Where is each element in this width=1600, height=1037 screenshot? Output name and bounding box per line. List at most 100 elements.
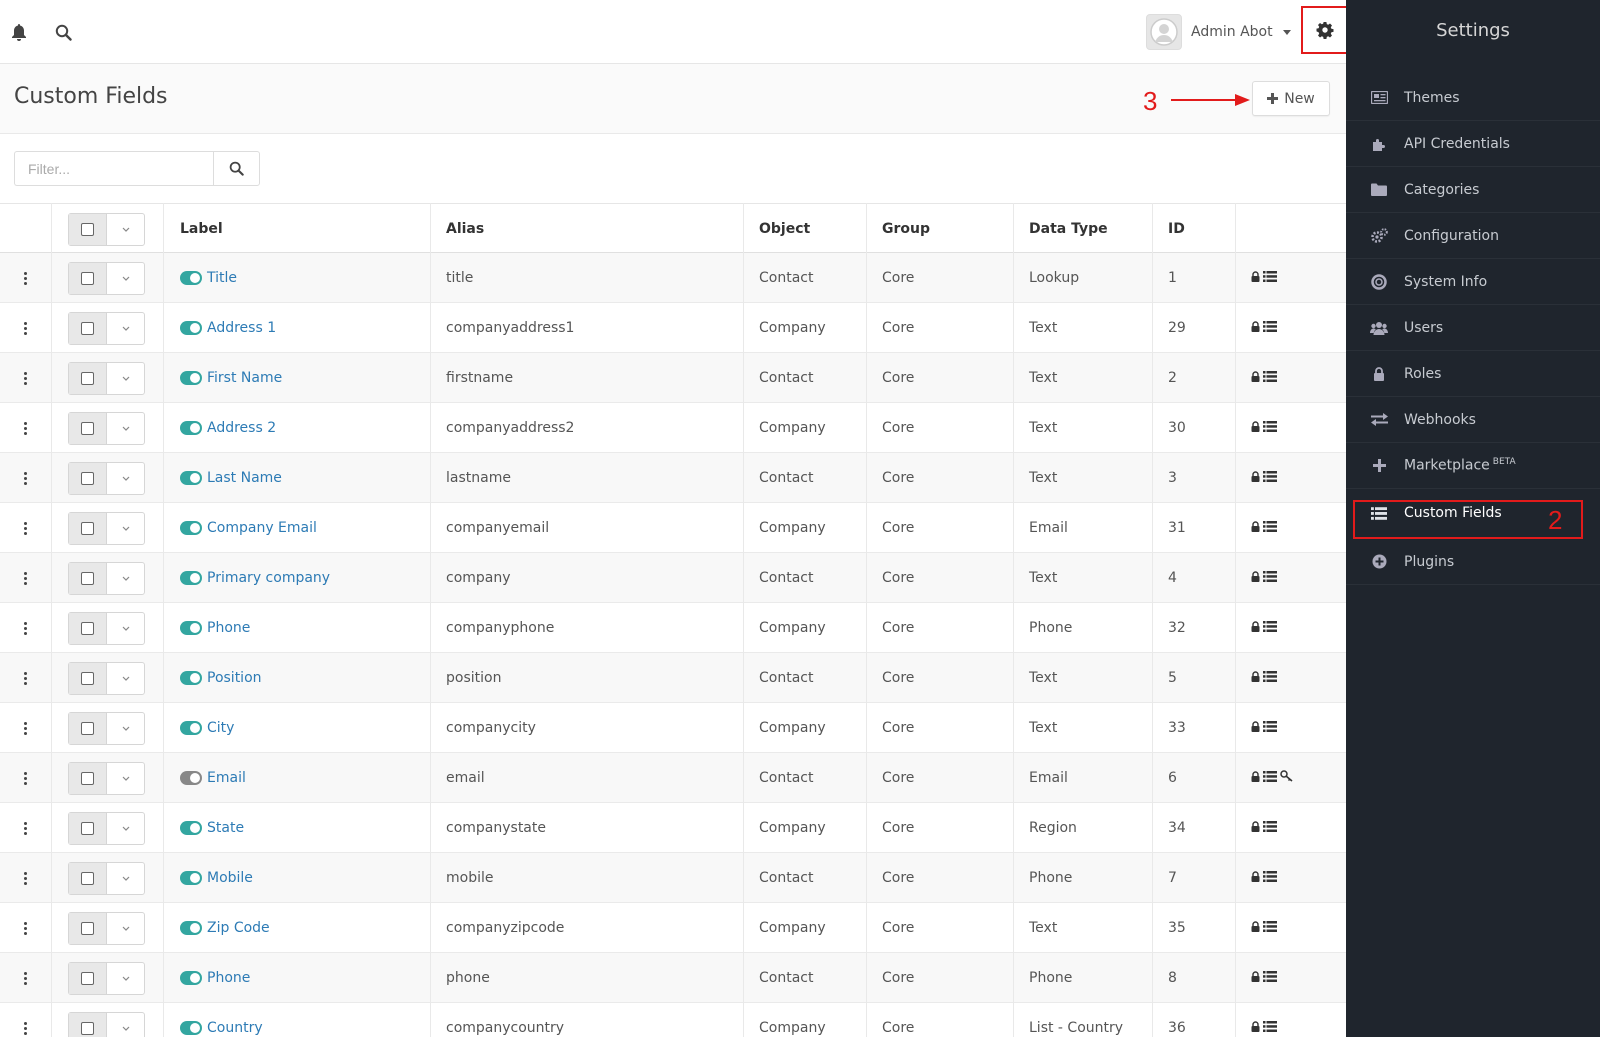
row-checkbox[interactable]: [69, 262, 107, 294]
chevron-down-icon[interactable]: [107, 713, 144, 744]
row-menu-button[interactable]: [0, 1003, 51, 1037]
row-checkbox[interactable]: [69, 762, 107, 794]
row-checkbox[interactable]: [69, 912, 107, 944]
publish-toggle[interactable]: [180, 721, 202, 735]
sidebar-item-themes[interactable]: Themes: [1346, 75, 1600, 121]
row-menu-button[interactable]: [0, 853, 51, 903]
publish-toggle[interactable]: [180, 621, 202, 635]
field-label-link[interactable]: Phone: [207, 970, 250, 986]
row-checkbox[interactable]: [69, 412, 107, 444]
chevron-down-icon[interactable]: [107, 513, 144, 544]
new-button[interactable]: New: [1252, 81, 1330, 116]
user-menu[interactable]: Admin Abot: [1146, 12, 1291, 52]
chevron-down-icon[interactable]: [107, 913, 144, 944]
publish-toggle[interactable]: [180, 971, 202, 985]
chevron-down-icon[interactable]: [107, 214, 144, 245]
row-menu-button[interactable]: [0, 953, 51, 1003]
publish-toggle[interactable]: [180, 521, 202, 535]
row-checkbox[interactable]: [69, 962, 107, 994]
sidebar-item-plugins[interactable]: Plugins: [1346, 539, 1600, 585]
chevron-down-icon[interactable]: [107, 763, 144, 794]
chevron-down-icon[interactable]: [107, 1013, 144, 1037]
publish-toggle[interactable]: [180, 671, 202, 685]
row-select-group[interactable]: [68, 553, 145, 603]
publish-toggle[interactable]: [180, 921, 202, 935]
settings-gear-button[interactable]: [1301, 6, 1349, 54]
row-menu-button[interactable]: [0, 703, 51, 753]
publish-toggle[interactable]: [180, 371, 202, 385]
row-menu-button[interactable]: [0, 303, 51, 353]
row-select-group[interactable]: [68, 803, 145, 853]
publish-toggle[interactable]: [180, 571, 202, 585]
field-label-link[interactable]: Company Email: [207, 520, 317, 536]
chevron-down-icon[interactable]: [107, 613, 144, 644]
field-label-link[interactable]: Position: [207, 670, 262, 686]
chevron-down-icon[interactable]: [107, 413, 144, 444]
row-menu-button[interactable]: [0, 753, 51, 803]
row-checkbox[interactable]: [69, 612, 107, 644]
field-label-link[interactable]: State: [207, 820, 244, 836]
column-header-group[interactable]: Group: [882, 204, 930, 254]
field-label-link[interactable]: Phone: [207, 620, 250, 636]
field-label-link[interactable]: Address 2: [207, 420, 276, 436]
row-menu-button[interactable]: [0, 353, 51, 403]
sidebar-item-webhooks[interactable]: Webhooks: [1346, 397, 1600, 443]
publish-toggle[interactable]: [180, 471, 202, 485]
row-select-group[interactable]: [68, 603, 145, 653]
filter-input[interactable]: Filter...: [14, 151, 213, 186]
chevron-down-icon[interactable]: [107, 963, 144, 994]
row-select-group[interactable]: [68, 453, 145, 503]
publish-toggle[interactable]: [180, 421, 202, 435]
sidebar-item-system-info[interactable]: System Info: [1346, 259, 1600, 305]
row-select-group[interactable]: [68, 503, 145, 553]
column-header-object[interactable]: Object: [759, 204, 810, 254]
column-header-label[interactable]: Label: [180, 204, 223, 254]
filter-search-button[interactable]: [213, 151, 260, 186]
row-checkbox[interactable]: [69, 362, 107, 394]
row-checkbox[interactable]: [69, 662, 107, 694]
chevron-down-icon[interactable]: [107, 563, 144, 594]
row-checkbox[interactable]: [69, 462, 107, 494]
chevron-down-icon[interactable]: [107, 813, 144, 844]
row-checkbox[interactable]: [69, 1012, 107, 1037]
search-icon[interactable]: [51, 20, 75, 44]
field-label-link[interactable]: Zip Code: [207, 920, 270, 936]
row-select-group[interactable]: [68, 1003, 145, 1037]
row-select-group[interactable]: [68, 653, 145, 703]
row-menu-button[interactable]: [0, 653, 51, 703]
select-all-checkbox[interactable]: [69, 213, 107, 245]
column-header-alias[interactable]: Alias: [446, 204, 484, 254]
row-menu-button[interactable]: [0, 403, 51, 453]
chevron-down-icon[interactable]: [107, 863, 144, 894]
publish-toggle[interactable]: [180, 271, 202, 285]
sidebar-item-configuration[interactable]: Configuration: [1346, 213, 1600, 259]
field-label-link[interactable]: Country: [207, 1020, 263, 1036]
sidebar-item-categories[interactable]: Categories: [1346, 167, 1600, 213]
row-checkbox[interactable]: [69, 312, 107, 344]
row-menu-button[interactable]: [0, 503, 51, 553]
chevron-down-icon[interactable]: [107, 663, 144, 694]
row-checkbox[interactable]: [69, 562, 107, 594]
column-header-id[interactable]: ID: [1168, 204, 1185, 254]
row-select-group[interactable]: [68, 853, 145, 903]
field-label-link[interactable]: Email: [207, 770, 246, 786]
row-select-group[interactable]: [68, 253, 145, 303]
sidebar-item-roles[interactable]: Roles: [1346, 351, 1600, 397]
publish-toggle[interactable]: [180, 871, 202, 885]
publish-toggle[interactable]: [180, 821, 202, 835]
field-label-link[interactable]: Title: [207, 270, 237, 286]
sidebar-item-api-credentials[interactable]: API Credentials: [1346, 121, 1600, 167]
chevron-down-icon[interactable]: [107, 363, 144, 394]
row-menu-button[interactable]: [0, 453, 51, 503]
row-menu-button[interactable]: [0, 553, 51, 603]
row-select-group[interactable]: [68, 403, 145, 453]
chevron-down-icon[interactable]: [107, 313, 144, 344]
sidebar-item-users[interactable]: Users: [1346, 305, 1600, 351]
row-select-group[interactable]: [68, 703, 145, 753]
column-header-data-type[interactable]: Data Type: [1029, 204, 1108, 254]
bell-icon[interactable]: [7, 20, 31, 44]
row-checkbox[interactable]: [69, 512, 107, 544]
row-select-group[interactable]: [68, 353, 145, 403]
chevron-down-icon[interactable]: [107, 463, 144, 494]
publish-toggle[interactable]: [180, 771, 202, 785]
